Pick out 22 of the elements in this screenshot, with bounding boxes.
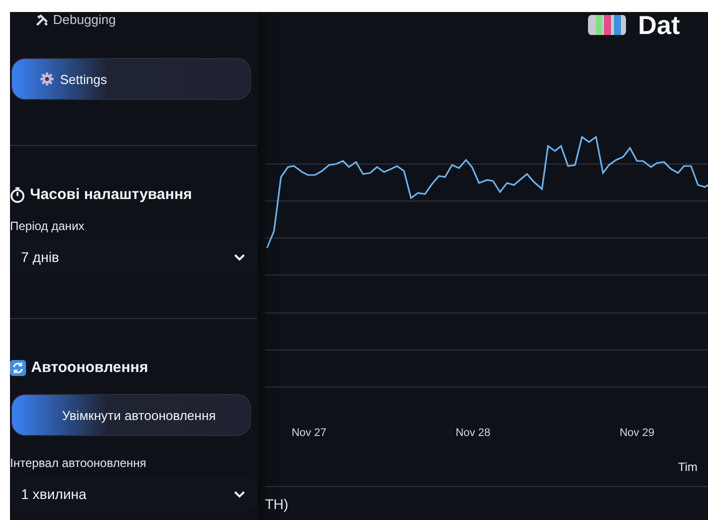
refresh-icon: [10, 360, 26, 376]
dropdown-select[interactable]: 7 днів: [10, 240, 257, 274]
gear-icon: [40, 72, 54, 86]
field-label: Період даних: [10, 219, 86, 233]
section-heading: Автооновлення: [10, 359, 258, 376]
axis-title: Tim: [678, 460, 698, 474]
section-heading: Часові налаштування: [10, 186, 258, 203]
page-title: Dat: [638, 12, 680, 38]
chevron-down-icon: [234, 490, 245, 498]
dropdown-select[interactable]: 1 хвилина: [10, 477, 257, 511]
axis-tick-label: Nov 29: [620, 427, 654, 439]
tools-icon: [36, 14, 48, 26]
chevron-down-icon: [234, 254, 245, 260]
stopwatch-icon: [10, 186, 25, 202]
settings-button[interactable]: Settings: [11, 58, 251, 100]
axis-tick-label: Nov 27: [292, 427, 326, 439]
logo-icon: [588, 15, 626, 35]
auto-refresh-button[interactable]: Увімкнути автооновлення: [11, 394, 251, 436]
debugging-link[interactable]: Debugging: [36, 12, 258, 28]
axis-tick-label: Nov 28: [456, 427, 490, 439]
section-text: TH): [265, 496, 290, 512]
field-label: Інтервал автооновлення: [10, 456, 148, 470]
